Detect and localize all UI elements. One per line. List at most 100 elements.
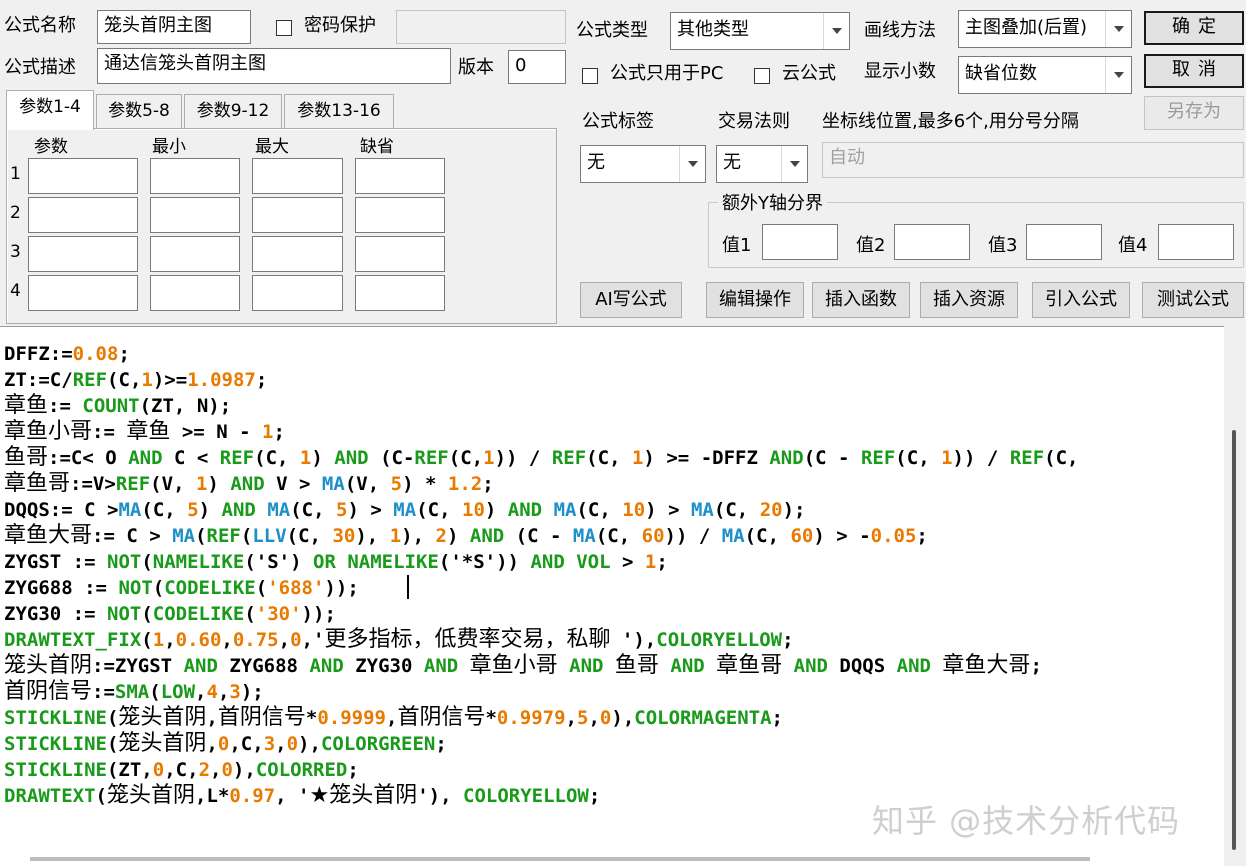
chevron-down-icon [1105, 11, 1131, 47]
formula-editor-dialog: 公式名称 笼头首阴主图 密码保护 公式类型 其他类型 画线方法 主图叠加(后置)… [0, 0, 1246, 866]
param-max-input[interactable] [252, 158, 343, 194]
code-line: 章鱼大哥:= C > MA(REF(LLV(C, 30), 1), 2) AND… [4, 523, 928, 548]
code-line: 章鱼:= COUNT(ZT, N); [4, 393, 232, 418]
formula-name-field[interactable]: 笼头首阴主图 [97, 10, 251, 44]
text-caret [407, 575, 409, 599]
test-formula-button[interactable]: 测试公式 [1142, 282, 1244, 318]
pc-only-label: 公式只用于PC [610, 63, 724, 84]
code-line: 鱼哥:=C< O AND C < REF(C, 1) AND (C-REF(C,… [4, 445, 1079, 470]
password-checkbox[interactable] [276, 17, 292, 36]
tag-label: 公式标签 [582, 111, 654, 132]
scrollbar-thumb[interactable] [30, 857, 1090, 861]
edit-operation-button[interactable]: 编辑操作 [706, 282, 804, 318]
param-row-number: 4 [10, 281, 21, 301]
chevron-down-icon [823, 13, 849, 49]
import-formula-button[interactable]: 引入公式 [1032, 282, 1130, 318]
decimals-label: 显示小数 [864, 61, 936, 82]
chevron-down-icon [1105, 57, 1131, 93]
param-default-input[interactable] [355, 275, 445, 311]
tag-value: 无 [587, 152, 605, 173]
rule-label: 交易法则 [718, 111, 790, 132]
ai-formula-button[interactable]: AI写公式 [580, 282, 682, 318]
horizontal-scrollbar[interactable] [0, 854, 1224, 866]
code-line: 章鱼哥:=V>REF(V, 1) AND V > MA(V, 5) * 1.2; [4, 471, 494, 496]
code-line: ZYGST := NOT(NAMELIKE('S') OR NAMELIKE('… [4, 551, 668, 573]
formula-type-value: 其他类型 [677, 19, 749, 40]
param-name-input[interactable] [28, 275, 138, 311]
param-min-input[interactable] [150, 236, 240, 272]
code-editor[interactable]: DFFZ:=0.08; ZT:=C/REF(C,1)>=1.0987; 章鱼:= C… [0, 326, 1246, 866]
code-line: DRAWTEXT_FIX(1,0.60,0.75,0,'更多指标，低费率交易，私… [4, 627, 794, 652]
code-line: 章鱼小哥:= 章鱼 >= N - 1; [4, 419, 285, 444]
param-row-number: 2 [10, 203, 21, 223]
param-max-input[interactable] [252, 197, 343, 233]
tag-select[interactable]: 无 [580, 145, 706, 183]
password-field[interactable] [396, 10, 566, 44]
rule-select[interactable]: 无 [716, 145, 808, 183]
value-2-label: 值2 [856, 235, 886, 256]
formula-type-label: 公式类型 [576, 20, 648, 41]
vertical-scrollbar[interactable] [1224, 326, 1246, 866]
code-line: STICKLINE(笼头首阴,首阴信号*0.9999,首阴信号*0.9979,5… [4, 705, 783, 730]
param-name-input[interactable] [28, 158, 138, 194]
param-name-input[interactable] [28, 197, 138, 233]
param-min-input[interactable] [150, 158, 240, 194]
value-4-input[interactable] [1158, 224, 1234, 260]
column-header-default: 缺省 [360, 137, 394, 157]
tab-params-9-12[interactable]: 参数9-12 [184, 94, 282, 128]
column-header-min: 最小 [152, 137, 186, 157]
version-field[interactable]: 0 [508, 50, 566, 84]
tab-params-5-8[interactable]: 参数5-8 [96, 94, 182, 128]
scrollbar-thumb[interactable] [1232, 430, 1236, 850]
save-as-button[interactable]: 另存为 [1144, 96, 1244, 130]
code-line: ZYG688 := NOT(CODELIKE('688')); [4, 577, 359, 599]
axis-label: 坐标线位置,最多6个,用分号分隔 [822, 111, 1079, 132]
decimals-select[interactable]: 缺省位数 [958, 56, 1132, 94]
insert-function-button[interactable]: 插入函数 [812, 282, 910, 318]
draw-method-label: 画线方法 [864, 20, 936, 41]
cancel-button[interactable]: 取消 [1144, 54, 1244, 88]
code-line: 首阴信号:=SMA(LOW,4,3); [4, 679, 264, 704]
pc-only-checkbox[interactable] [582, 65, 598, 84]
param-max-input[interactable] [252, 275, 343, 311]
formula-name-label: 公式名称 [4, 15, 76, 36]
code-line: ZYG30 := NOT(CODELIKE('30')); [4, 603, 336, 625]
value-3-input[interactable] [1026, 224, 1102, 260]
draw-method-value: 主图叠加(后置) [965, 17, 1088, 38]
decimals-value: 缺省位数 [965, 63, 1037, 84]
yaxis-group-label: 额外Y轴分界 [718, 192, 827, 216]
tab-params-1-4[interactable]: 参数1-4 [6, 90, 94, 130]
formula-desc-label: 公式描述 [4, 57, 76, 78]
code-line: ZT:=C/REF(C,1)>=1.0987; [4, 369, 268, 391]
param-min-input[interactable] [150, 275, 240, 311]
value-3-label: 值3 [988, 235, 1018, 256]
code-line: DRAWTEXT(笼头首阴,L*0.97, '★笼头首阴'), COLORYEL… [4, 783, 601, 808]
code-line: DFFZ:=0.08; [4, 343, 130, 365]
axis-field[interactable]: 自动 [822, 142, 1244, 178]
formula-type-select[interactable]: 其他类型 [670, 12, 850, 50]
param-max-input[interactable] [252, 236, 343, 272]
value-1-input[interactable] [762, 224, 838, 260]
formula-desc-field[interactable]: 通达信笼头首阴主图 [97, 48, 451, 84]
tab-params-13-16[interactable]: 参数13-16 [284, 94, 394, 128]
password-label: 密码保护 [304, 15, 376, 36]
ok-button[interactable]: 确定 [1144, 11, 1244, 45]
draw-method-select[interactable]: 主图叠加(后置) [958, 10, 1132, 48]
param-name-input[interactable] [28, 236, 138, 272]
param-default-input[interactable] [355, 236, 445, 272]
version-label: 版本 [458, 57, 494, 78]
param-min-input[interactable] [150, 197, 240, 233]
param-default-input[interactable] [355, 197, 445, 233]
param-default-input[interactable] [355, 158, 445, 194]
code-line: 笼头首阴:=ZYGST AND ZYG688 AND ZYG30 AND 章鱼小… [4, 653, 1042, 678]
column-header-param: 参数 [34, 137, 68, 157]
param-row-number: 1 [10, 164, 21, 184]
value-1-label: 值1 [722, 235, 752, 256]
chevron-down-icon [781, 146, 807, 182]
code-line: STICKLINE(ZT,0,C,2,0),COLORRED; [4, 759, 359, 781]
insert-resource-button[interactable]: 插入资源 [920, 282, 1018, 318]
value-2-input[interactable] [894, 224, 970, 260]
chevron-down-icon [679, 146, 705, 182]
code-line: DQQS:= C >MA(C, 5) AND MA(C, 5) > MA(C, … [4, 499, 806, 521]
cloud-checkbox[interactable] [754, 65, 770, 84]
